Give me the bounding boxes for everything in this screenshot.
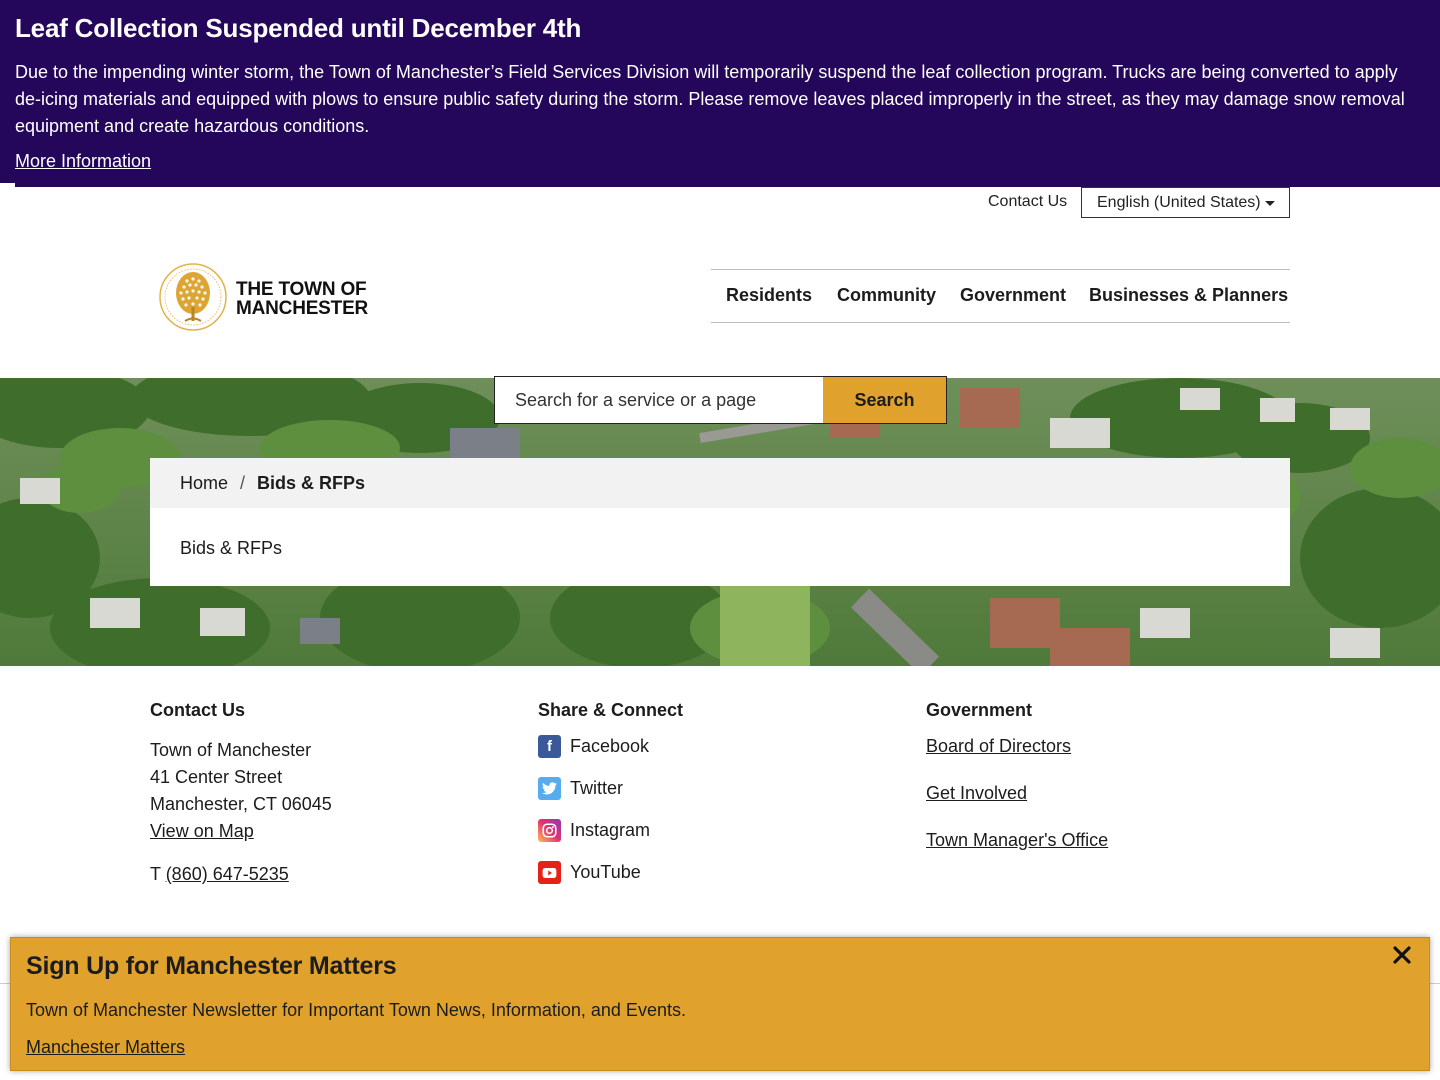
nav-community[interactable]: Community <box>837 285 936 306</box>
alert-title: Leaf Collection Suspended until December… <box>15 13 582 43</box>
breadcrumb: Home / Bids & RFPs <box>150 458 1290 508</box>
youtube-link[interactable]: YouTube <box>538 861 641 884</box>
popup-body: Town of Manchester Newsletter for Import… <box>26 1000 686 1020</box>
alert-edge-strip <box>0 183 15 187</box>
address-name: Town of Manchester <box>150 740 312 760</box>
footer-contact-heading: Contact Us <box>150 700 246 720</box>
site-search: Search <box>494 376 947 424</box>
popup-close-button[interactable] <box>1391 944 1413 966</box>
twitter-icon <box>538 777 561 800</box>
language-select-value: English (United States) <box>1097 194 1261 211</box>
alert-banner: Leaf Collection Suspended until December… <box>0 0 1440 187</box>
nav-government[interactable]: Government <box>960 285 1066 306</box>
instagram-link[interactable]: Instagram <box>538 819 650 842</box>
address-street: 41 Center Street <box>150 767 283 787</box>
footer-social-heading: Share & Connect <box>538 700 684 720</box>
popup-title: Sign Up for Manchester Matters <box>26 952 397 980</box>
town-name-wordmark[interactable]: THE TOWN OF MANCHESTER <box>236 280 368 318</box>
facebook-label: Facebook <box>570 736 650 756</box>
facebook-icon: f <box>538 735 561 758</box>
main-navigation: Residents Community Government Businesse… <box>711 269 1290 323</box>
breadcrumb-current: Bids & RFPs <box>257 473 366 493</box>
alert-more-information-link[interactable]: More Information <box>15 151 151 172</box>
popup-manchester-matters-link[interactable]: Manchester Matters <box>26 1037 185 1058</box>
twitter-link[interactable]: Twitter <box>538 777 623 800</box>
alert-body: Due to the impending winter storm, the T… <box>15 62 1405 136</box>
instagram-icon <box>538 819 561 842</box>
footer-phone: T (860) 647-5235 <box>150 864 289 885</box>
phone-link[interactable]: (860) 647-5235 <box>166 864 289 884</box>
view-on-map-link[interactable]: View on Map <box>150 821 254 841</box>
footer-government-column: Government <box>926 700 1032 721</box>
instagram-label: Instagram <box>570 820 651 840</box>
footer-contact-column: Contact Us <box>150 700 245 721</box>
logo-line-1: THE TOWN OF <box>236 279 367 300</box>
content-card: Home / Bids & RFPs Bids & RFPs <box>150 458 1290 586</box>
address-city: Manchester, CT 06045 <box>150 794 332 814</box>
phone-prefix: T <box>150 864 161 884</box>
footer-government-heading: Government <box>926 700 1033 720</box>
footer-address: Town of Manchester 41 Center Street Manc… <box>150 737 332 845</box>
get-involved-link[interactable]: Get Involved <box>926 783 1027 804</box>
nav-businesses-planners[interactable]: Businesses & Planners <box>1089 285 1288 306</box>
town-managers-office-link[interactable]: Town Manager's Office <box>926 830 1108 851</box>
page-body-text: Bids & RFPs <box>180 538 283 558</box>
footer-social-column: Share & Connect <box>538 700 683 721</box>
language-select[interactable]: English (United States) <box>1081 187 1290 218</box>
caret-down-icon <box>1265 201 1275 206</box>
twitter-label: Twitter <box>570 778 624 798</box>
search-input[interactable] <box>495 377 823 423</box>
youtube-label: YouTube <box>570 862 641 882</box>
newsletter-popup: Sign Up for Manchester Matters Town of M… <box>10 937 1430 1071</box>
close-icon <box>1393 946 1411 964</box>
town-seal-logo <box>159 263 227 331</box>
board-of-directors-link[interactable]: Board of Directors <box>926 736 1071 757</box>
logo-line-2: MANCHESTER <box>236 298 369 319</box>
nav-residents[interactable]: Residents <box>726 285 812 306</box>
youtube-icon <box>538 861 561 884</box>
search-button[interactable]: Search <box>823 377 946 423</box>
facebook-link[interactable]: f Facebook <box>538 735 649 758</box>
breadcrumb-separator: / <box>240 473 246 493</box>
utility-contact-us-link[interactable]: Contact Us <box>988 193 1067 211</box>
breadcrumb-home-link[interactable]: Home <box>180 473 228 493</box>
